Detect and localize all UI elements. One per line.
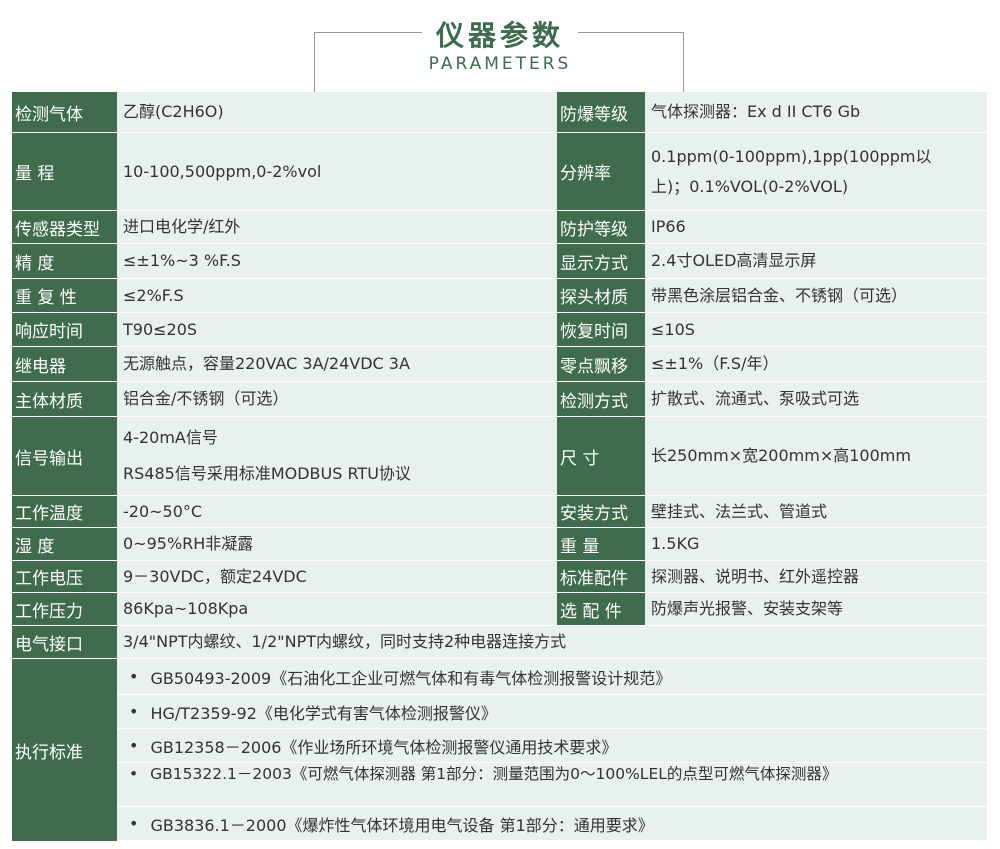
param-value: 带黑色涂层铝合金、不锈钢（可选） (651, 285, 908, 305)
param-label: 防护等级 (557, 211, 645, 243)
param-value: IP66 (651, 217, 686, 236)
table-row: 量 程 10-100,500ppm,0-2%vol 分辨率 0.1ppm(0-1… (12, 133, 987, 211)
bullet-icon: • (129, 765, 139, 783)
param-label: 精 度 (12, 244, 117, 278)
param-value-line: 上)；0.1%VOL(0-2%VOL) (651, 176, 849, 196)
bullet-icon: • (129, 814, 139, 833)
bullet-icon: • (129, 736, 139, 755)
param-value: 9－30VDC，额定24VDC (123, 566, 307, 586)
param-value: 无源触点，容量220VAC 3A/24VDC 3A (123, 354, 410, 373)
table-row: 工作压力 86Kpa~108Kpa 选 配 件 防爆声光报警、安装支架等 (12, 593, 987, 626)
table-row: 响应时间 T90≤20S 恢复时间 ≤10S (12, 313, 987, 347)
parameters-table: 检测气体 乙醇(C2H6O) 防爆等级 气体探测器：Ex d II CT6 Gb… (12, 92, 987, 842)
param-value: 乙醇(C2H6O) (123, 102, 224, 121)
param-label: 湿 度 (12, 528, 117, 560)
param-label: 零点飘移 (557, 347, 645, 381)
standards-list: • GB50493-2009《石油化工企业可燃气体和有毒气体检测报警设计规范》 •… (117, 659, 987, 841)
param-label: 显示方式 (557, 244, 645, 278)
table-row-interface: 电气接口 3/4"NPT内螺纹、1/2"NPT内螺纹，同时支持2种电器连接方式 (12, 626, 987, 659)
table-row: 工作电压 9－30VDC，额定24VDC 标准配件 探测器、说明书、红外遥控器 (12, 561, 987, 593)
param-label: 传感器类型 (12, 211, 117, 243)
param-value: 0.1ppm(0-100ppm),1pp(100ppm以 上)；0.1%VOL(… (645, 133, 987, 210)
param-label: 探头材质 (557, 279, 645, 312)
param-value: 进口电化学/红外 (123, 217, 241, 236)
param-value: 3/4"NPT内螺纹、1/2"NPT内螺纹，同时支持2种电器连接方式 (123, 632, 567, 651)
param-label: 工作压力 (12, 593, 117, 625)
param-value: -20~50°C (123, 501, 203, 521)
param-value: 10-100,500ppm,0-2%vol (123, 161, 322, 181)
param-label: 继电器 (12, 347, 117, 381)
param-value: 铝合金/不锈钢（可选） (123, 389, 289, 408)
table-row: 信号输出 4-20mA信号 RS485信号采用标准MODBUS RTU协议 尺 … (12, 417, 987, 496)
param-value: T90≤20S (123, 319, 198, 339)
table-row: 湿 度 0~95%RH非凝露 重 量 1.5KG (12, 528, 987, 561)
param-value: 防爆声光报警、安装支架等 (651, 599, 844, 618)
param-label: 选 配 件 (557, 593, 645, 625)
param-value: ≤10S (651, 319, 695, 339)
table-row-standards: 执行标准 • GB50493-2009《石油化工企业可燃气体和有毒气体检测报警设计… (12, 659, 987, 842)
param-value-line: 0.1ppm(0-100ppm),1pp(100ppm以 (651, 146, 932, 166)
param-value: 2.4寸OLED高清显示屏 (651, 251, 817, 270)
table-row: 重 复 性 ≤2%F.S 探头材质 带黑色涂层铝合金、不锈钢（可选） (12, 279, 987, 313)
param-label: 尺 寸 (557, 417, 645, 495)
table-row: 主体材质 铝合金/不锈钢（可选） 检测方式 扩散式、流通式、泵吸式可选 (12, 382, 987, 417)
section-header: 仪器参数 PARAMETERS (0, 0, 1000, 93)
param-value: ≤2%F.S (123, 285, 184, 305)
page-subtitle: PARAMETERS (428, 54, 572, 74)
param-value: 0~95%RH非凝露 (123, 534, 254, 553)
list-item: • GB50493-2009《石油化工企业可燃气体和有毒气体检测报警设计规范》 (117, 659, 987, 695)
param-value: ≤±1%~3 %F.S (123, 251, 241, 270)
param-label: 分辨率 (557, 133, 645, 210)
param-label: 信号输出 (12, 417, 117, 495)
page-title: 仪器参数 (0, 14, 1000, 54)
param-label: 标准配件 (557, 561, 645, 592)
param-label: 重 复 性 (12, 279, 117, 312)
table-row: 检测气体 乙醇(C2H6O) 防爆等级 气体探测器：Ex d II CT6 Gb (12, 92, 987, 133)
list-item: • GB15322.1－2003《可燃气体探测器 第1部分：测量范围为0～100%… (117, 763, 987, 807)
param-label: 重 量 (557, 528, 645, 560)
param-value-line: 4-20mA信号 (123, 428, 218, 447)
param-value: 4-20mA信号 RS485信号采用标准MODBUS RTU协议 (117, 417, 554, 495)
param-value: 扩散式、流通式、泵吸式可选 (651, 389, 860, 408)
list-item: • GB3836.1－2000《爆炸性气体环境用电气设备 第1部分：通用要求》 (117, 807, 987, 841)
list-item: • HG/T2359-92《电化学式有害气体检测报警仪》 (117, 695, 987, 729)
param-label: 执行标准 (12, 659, 117, 841)
param-value: ≤±1%（F.S/年） (651, 354, 779, 373)
param-label: 防爆等级 (557, 92, 645, 132)
table-row: 传感器类型 进口电化学/红外 防护等级 IP66 (12, 211, 987, 244)
bullet-icon: • (129, 667, 139, 686)
param-value-line: RS485信号采用标准MODBUS RTU协议 (123, 464, 411, 483)
param-value: 长250mm×宽200mm×高100mm (651, 446, 911, 465)
param-label: 检测方式 (557, 382, 645, 416)
table-row: 工作温度 -20~50°C 安装方式 壁挂式、法兰式、管道式 (12, 496, 987, 528)
list-item: • GB12358－2006《作业场所环境气体检测报警仪通用技术要求》 (117, 729, 987, 763)
param-label: 恢复时间 (557, 313, 645, 346)
param-value: 探测器、说明书、红外遥控器 (651, 566, 860, 586)
param-label: 安装方式 (557, 496, 645, 527)
param-value: 气体探测器：Ex d II CT6 Gb (651, 102, 861, 121)
bullet-icon: • (129, 702, 139, 721)
param-value: 1.5KG (651, 534, 700, 553)
param-label: 工作电压 (12, 561, 117, 592)
param-label: 电气接口 (12, 626, 117, 658)
param-label: 量 程 (12, 133, 117, 210)
param-label: 响应时间 (12, 313, 117, 346)
param-value: 壁挂式、法兰式、管道式 (651, 501, 828, 521)
table-row: 精 度 ≤±1%~3 %F.S 显示方式 2.4寸OLED高清显示屏 (12, 244, 987, 279)
param-value: 86Kpa~108Kpa (123, 599, 249, 618)
param-label: 工作温度 (12, 496, 117, 527)
table-row: 继电器 无源触点，容量220VAC 3A/24VDC 3A 零点飘移 ≤±1%（… (12, 347, 987, 382)
param-label: 主体材质 (12, 382, 117, 416)
param-label: 检测气体 (12, 92, 117, 132)
